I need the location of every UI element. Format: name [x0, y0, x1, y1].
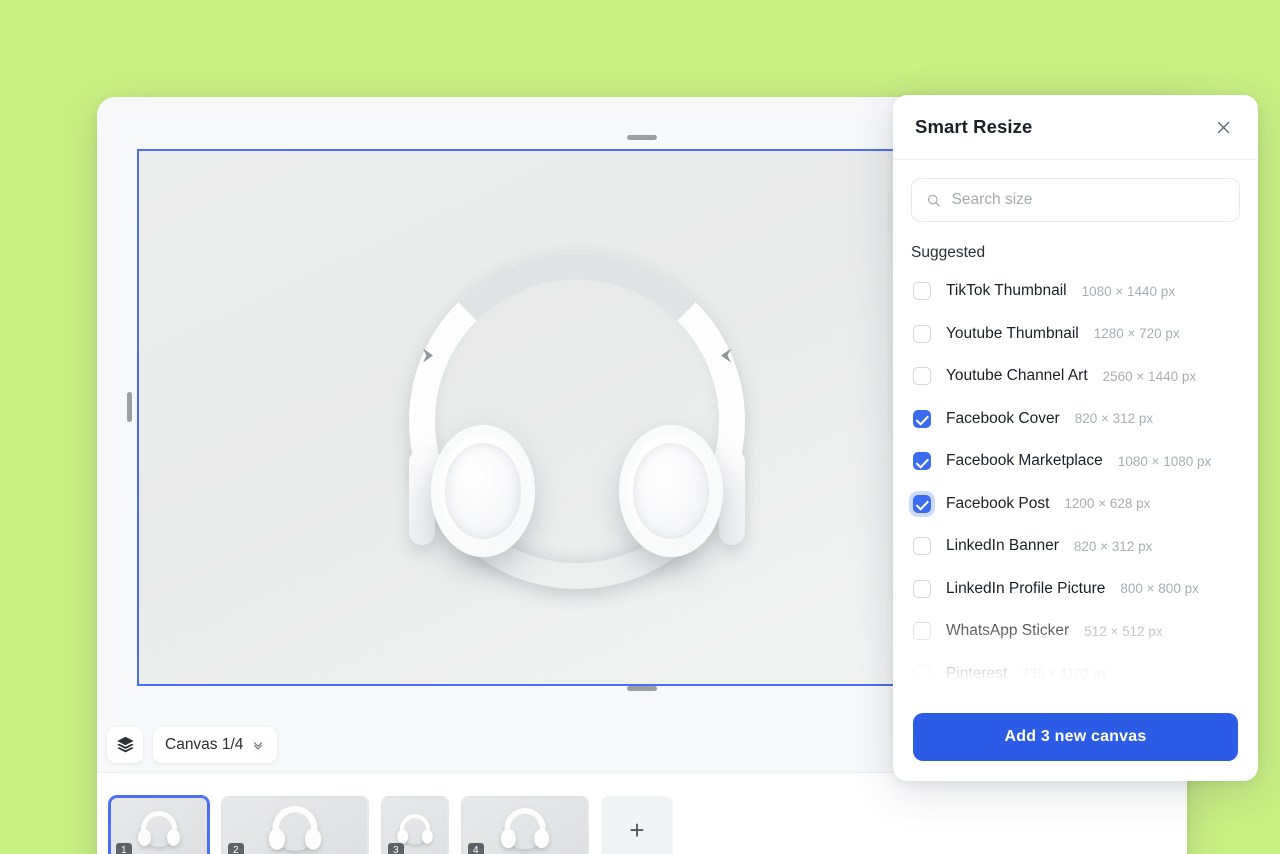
size-option-label: LinkedIn Banner	[946, 537, 1059, 555]
canvas-resize-handle-bottom[interactable]	[627, 686, 657, 691]
thumbnail-item[interactable]: 2	[221, 796, 369, 854]
close-icon	[1217, 121, 1229, 133]
canvas-selector[interactable]: Canvas 1/4	[153, 726, 278, 763]
thumbnail-item[interactable]: 4	[461, 796, 589, 854]
size-option-label: WhatsApp Sticker	[946, 622, 1070, 640]
size-option-label: Pinterest	[946, 664, 1008, 682]
smart-resize-panel: Smart Resize Suggested TikTok Thumbnail 1…	[893, 95, 1258, 781]
layers-button[interactable]	[107, 726, 143, 763]
thumbnail-badge: 1	[116, 842, 132, 854]
thumbnail-preview	[136, 811, 182, 851]
suggested-section-label: Suggested	[911, 244, 986, 261]
panel-footer: Add 3 new canvas	[893, 699, 1258, 781]
size-option-label: TikTok Thumbnail	[946, 282, 1067, 300]
canvas-artboard[interactable]: insMind	[137, 149, 1017, 686]
thumbnail-preview	[266, 806, 324, 854]
thumbnail-preview	[499, 808, 552, 854]
thumbnail-item[interactable]: 1	[109, 796, 209, 854]
checkbox-unchecked-icon[interactable]	[913, 367, 931, 386]
size-option-row[interactable]: Facebook Cover 820 × 312 px	[911, 398, 1240, 441]
page-title: Smart Resize	[915, 116, 1033, 137]
layers-icon	[116, 736, 134, 753]
checkbox-unchecked-icon[interactable]	[913, 579, 931, 598]
size-option-dimensions: 820 × 312 px	[1074, 411, 1154, 427]
size-option-dimensions: 820 × 312 px	[1073, 538, 1153, 554]
size-option-dimensions: 1280 × 720 px	[1093, 326, 1180, 342]
search-input[interactable]	[951, 191, 1225, 209]
size-option-dimensions: 1200 × 628 px	[1064, 496, 1151, 512]
size-option-label: LinkedIn Profile Picture	[946, 579, 1106, 597]
checkbox-unchecked-icon[interactable]	[913, 324, 931, 343]
size-option-dimensions: 2560 × 1440 px	[1102, 368, 1197, 384]
checkbox-checked-icon[interactable]	[913, 409, 931, 428]
search-icon	[927, 194, 940, 207]
chevron-double-down-icon	[254, 741, 263, 749]
size-option-label: Facebook Post	[946, 494, 1050, 512]
size-option-row[interactable]: TikTok Thumbnail 1080 × 1440 px	[911, 270, 1240, 313]
checkbox-unchecked-icon[interactable]	[913, 282, 931, 301]
size-option-dimensions: 1080 × 1080 px	[1117, 453, 1212, 469]
size-option-row[interactable]: Facebook Post 1200 × 628 px	[911, 483, 1240, 526]
checkbox-checked-icon[interactable]	[913, 494, 931, 513]
checkbox-unchecked-icon[interactable]	[913, 664, 931, 683]
panel-header: Smart Resize	[893, 95, 1258, 160]
size-option-row[interactable]: WhatsApp Sticker 512 × 512 px	[911, 610, 1240, 653]
headphones-earcup-right	[619, 424, 723, 557]
size-option-dimensions: 1080 × 1440 px	[1081, 283, 1176, 299]
size-option-label: Facebook Cover	[946, 409, 1060, 427]
size-option-label: Facebook Marketplace	[946, 452, 1103, 470]
size-option-label: Youtube Channel Art	[946, 367, 1088, 385]
canvas-selector-label: Canvas 1/4	[165, 735, 244, 753]
headphones-hinge-right	[719, 448, 745, 545]
headphones-image	[387, 252, 767, 589]
thumbnail-badge: 4	[468, 842, 484, 854]
checkbox-unchecked-icon[interactable]	[913, 622, 931, 641]
search-box[interactable]	[911, 178, 1240, 222]
close-button[interactable]	[1210, 114, 1236, 140]
page-root: insMind Canvas 1/4 32%	[0, 0, 1280, 854]
size-option-dimensions: 512 × 512 px	[1084, 623, 1163, 639]
size-list[interactable]: TikTok Thumbnail 1080 × 1440 px Youtube Th…	[911, 270, 1240, 695]
thumbnail-badge: 3	[388, 842, 404, 854]
canvas-resize-handle-left[interactable]	[127, 392, 132, 422]
size-option-row[interactable]: LinkedIn Profile Picture 800 × 800 px	[911, 568, 1240, 611]
canvas-resize-handle-top[interactable]	[627, 135, 657, 140]
checkbox-unchecked-icon[interactable]	[913, 537, 931, 556]
size-option-row[interactable]: Facebook Marketplace 1080 × 1080 px	[911, 440, 1240, 483]
size-option-row[interactable]: Pinterest 735 × 1102 px	[911, 653, 1240, 696]
size-option-dimensions: 800 × 800 px	[1120, 581, 1199, 597]
add-new-canvas-button[interactable]: Add 3 new canvas	[913, 713, 1238, 761]
headphones-earcup-left	[431, 424, 535, 557]
size-option-row[interactable]: Youtube Thumbnail 1280 × 720 px	[911, 313, 1240, 356]
size-option-row[interactable]: LinkedIn Banner 820 × 312 px	[911, 525, 1240, 568]
thumbnail-item[interactable]: 3	[381, 796, 449, 854]
thumbnail-strip: 1 2 3 4 +	[97, 772, 1187, 854]
size-option-label: Youtube Thumbnail	[946, 324, 1079, 342]
size-option-row[interactable]: Youtube Channel Art 2560 × 1440 px	[911, 355, 1240, 398]
size-option-dimensions: 735 × 1102 px	[1022, 666, 1108, 682]
panel-body: Suggested TikTok Thumbnail 1080 × 1440 px…	[893, 160, 1258, 699]
add-canvas-thumbnail-button[interactable]: +	[601, 796, 673, 854]
plus-icon: +	[629, 814, 645, 845]
checkbox-checked-icon[interactable]	[913, 452, 931, 471]
thumbnail-badge: 2	[228, 842, 244, 854]
